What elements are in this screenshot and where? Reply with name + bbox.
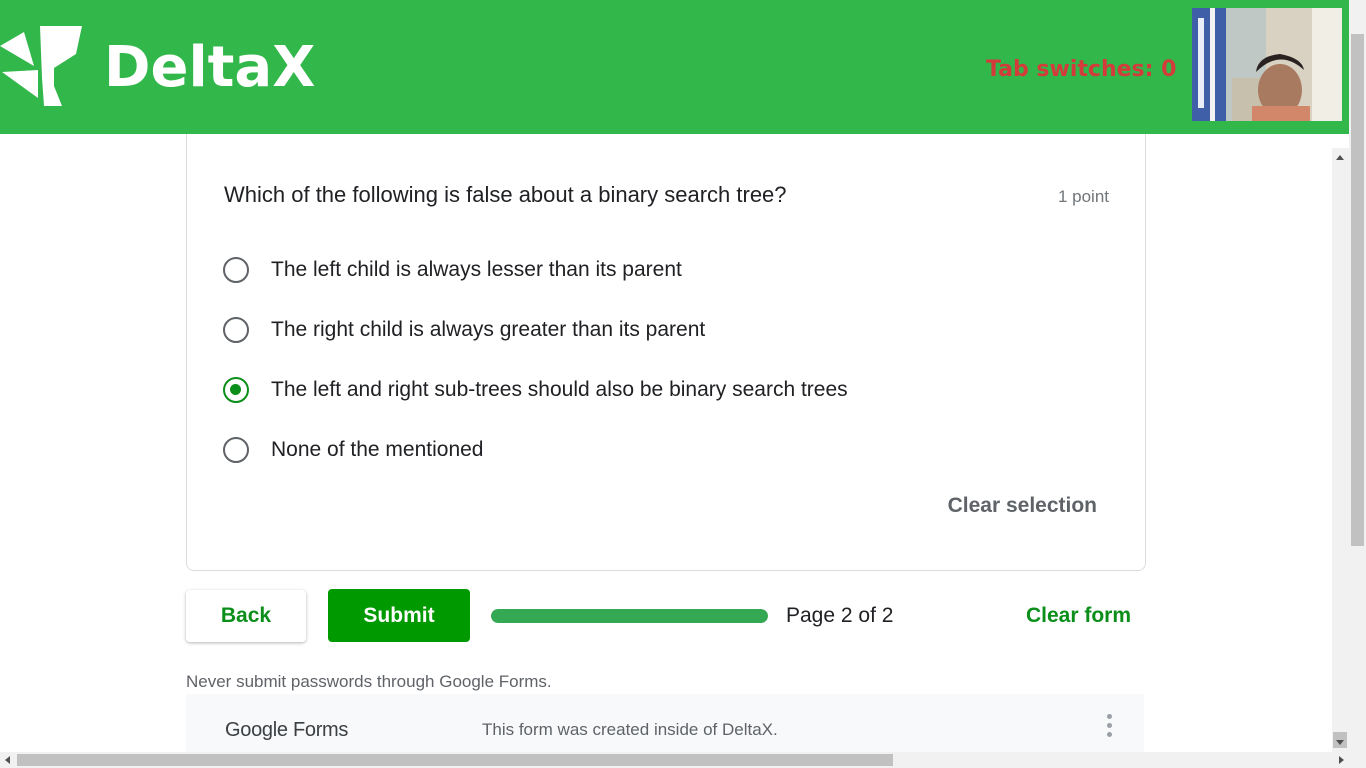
scrollbar-thumb[interactable] [1351, 34, 1364, 546]
page-vertical-scrollbar[interactable] [1349, 0, 1366, 752]
progress-bar [491, 609, 768, 623]
question-points: 1 point [1057, 187, 1109, 206]
submit-button[interactable]: Submit [328, 589, 470, 642]
webcam-preview [1192, 8, 1342, 121]
option-label: The left child is always lesser than its… [271, 258, 682, 281]
scroll-up-arrow-icon[interactable] [1336, 155, 1344, 160]
more-vert-icon[interactable] [1102, 714, 1116, 744]
page-indicator: Page 2 of 2 [786, 604, 894, 627]
scrollbar-thumb[interactable] [17, 754, 893, 766]
back-button[interactable]: Back [186, 590, 306, 642]
question-title: Which of the following is false about a … [224, 182, 787, 207]
option-3[interactable]: The left and right sub-trees should also… [223, 372, 848, 408]
footer-note: This form was created inside of DeltaX. [482, 720, 778, 739]
option-1[interactable]: The left child is always lesser than its… [223, 252, 682, 288]
clear-selection-button[interactable]: Clear selection [948, 492, 1097, 520]
option-2[interactable]: The right child is always greater than i… [223, 312, 705, 348]
progress-fill [491, 609, 768, 623]
horizontal-scrollbar[interactable] [0, 752, 1366, 768]
password-disclaimer: Never submit passwords through Google Fo… [186, 672, 552, 691]
radio-button[interactable] [223, 437, 249, 463]
radio-button-selected[interactable] [223, 377, 249, 403]
google-forms-logo[interactable]: Google Forms [225, 718, 348, 742]
scroll-down-arrow-icon[interactable] [1336, 740, 1344, 745]
form-footer: Google Forms This form was created insid… [186, 694, 1144, 754]
scroll-left-arrow-icon[interactable] [5, 756, 10, 764]
scroll-right-arrow-icon[interactable] [1339, 756, 1344, 764]
option-label: The left and right sub-trees should also… [271, 378, 848, 401]
app-header: DeltaX Tab switches: 0 [0, 0, 1366, 134]
radio-button[interactable] [223, 257, 249, 283]
inner-vertical-scrollbar[interactable] [1332, 148, 1349, 752]
option-4[interactable]: None of the mentioned [223, 432, 483, 468]
radio-button[interactable] [223, 317, 249, 343]
option-label: The right child is always greater than i… [271, 318, 706, 341]
option-label: None of the mentioned [271, 438, 484, 461]
tab-switch-counter: Tab switches: 0 [986, 57, 1177, 82]
brand-name: DeltaX [104, 35, 316, 100]
question-card: Which of the following is false about a … [186, 134, 1146, 571]
deltax-logo-icon [0, 26, 82, 106]
clear-form-button[interactable]: Clear form [1026, 603, 1131, 629]
